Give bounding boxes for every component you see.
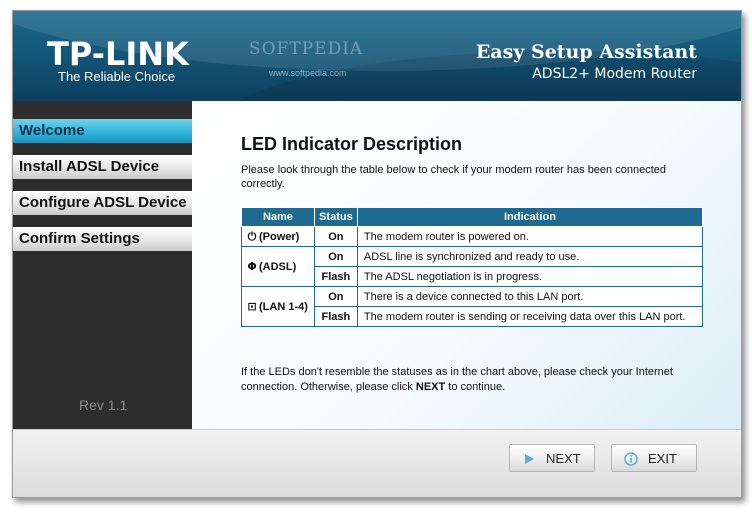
led-indication-cell: ADSL line is synchronized and ready to u… (356, 246, 704, 267)
column-header-indication: Indication (356, 207, 704, 227)
tp-link-logo: TP-LINK (47, 35, 189, 73)
led-name-power: (Power) (259, 230, 300, 243)
sidebar-nav: Welcome Install ADSL Device Configure AD… (13, 101, 192, 429)
sidebar-item-install-adsl-device[interactable]: Install ADSL Device (13, 155, 192, 179)
adsl-icon: Φ (247, 260, 257, 273)
note-text-end: to continue. (445, 381, 506, 393)
softpedia-watermark: SOFTPEDIA (249, 39, 364, 59)
led-status-cell: Flash (313, 266, 358, 287)
sidebar-item-confirm-settings[interactable]: Confirm Settings (13, 227, 192, 251)
led-status-cell: On (313, 286, 358, 307)
table-row: ⊡ (LAN 1-4) On There is a device connecte… (241, 286, 704, 327)
led-name-cell: ⊡ (LAN 1-4) (241, 286, 315, 327)
column-header-name: Name (241, 207, 315, 227)
note-next-keyword: NEXT (415, 381, 446, 393)
logo-slogan: The Reliable Choice (58, 69, 176, 84)
led-status-cell: On (313, 246, 358, 267)
app-subtitle: ADSL2+ Modem Router (532, 66, 697, 82)
led-indication-cell: There is a device connected to this LAN … (356, 286, 704, 307)
led-status-cell: On (313, 226, 358, 247)
exit-button-label: EXIT (648, 451, 677, 466)
led-name-adsl: (ADSL) (259, 261, 297, 273)
led-name-cell: ⏻ (Power) (241, 226, 315, 247)
led-status-cell: Flash (313, 306, 358, 327)
led-indicator-table: Name Status Indication ⏻ (Power) On The m… (241, 207, 704, 327)
header-banner: TP-LINK The Reliable Choice SOFTPEDIA ww… (13, 11, 741, 101)
led-indication-cell: The ADSL negotiation is in progress. (356, 266, 704, 287)
play-arrow-icon (525, 454, 534, 464)
table-header-row: Name Status Indication (241, 207, 704, 227)
next-button-label: NEXT (546, 451, 581, 466)
footer-bar: NEXT EXIT (13, 429, 741, 497)
column-header-status: Status (313, 207, 358, 227)
app-title: Easy Setup Assistant (475, 41, 697, 63)
exit-button[interactable]: EXIT (611, 444, 697, 472)
setup-window: TP-LINK The Reliable Choice SOFTPEDIA ww… (12, 10, 742, 498)
lan-icon: ⊡ (247, 300, 257, 313)
led-indication-cell: The modem router is sending or receiving… (356, 306, 704, 327)
version-label: Rev 1.1 (79, 397, 128, 413)
softpedia-url: www.softpedia.com (269, 68, 347, 78)
led-indication-cell: The modem router is powered on. (356, 226, 704, 247)
next-button[interactable]: NEXT (509, 444, 595, 472)
continue-note: If the LEDs don't resemble the statuses … (241, 365, 711, 395)
intro-text: Please look through the table below to c… (241, 164, 666, 190)
sidebar-item-welcome[interactable]: Welcome (13, 119, 192, 143)
info-icon (624, 452, 638, 466)
page-title: LED Indicator Description (241, 134, 463, 154)
table-row: ⏻ (Power) On The modem router is powered … (241, 226, 704, 247)
led-name-lan: (LAN 1-4) (259, 301, 308, 313)
power-icon: ⏻ (247, 229, 257, 243)
main-content: LED Indicator Description Please look th… (192, 101, 741, 429)
sidebar-item-configure-adsl-device[interactable]: Configure ADSL Device (13, 191, 192, 215)
table-row: Φ (ADSL) On ADSL line is synchronized and… (241, 246, 704, 287)
led-name-cell: Φ (ADSL) (241, 246, 315, 287)
